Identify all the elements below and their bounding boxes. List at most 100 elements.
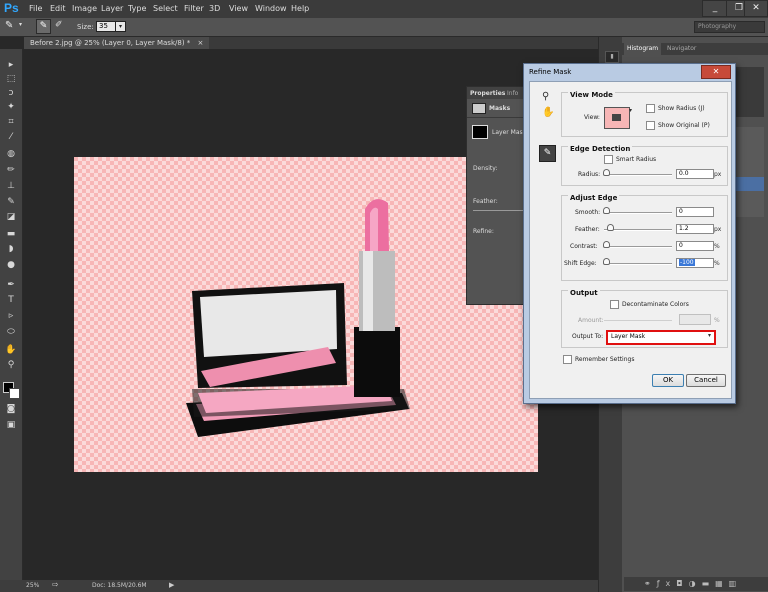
tab-document[interactable]: Before 2.jpg @ 25% (Layer 0, Layer Mask/… <box>24 37 210 49</box>
history-brush-tool-icon[interactable]: ✎ <box>5 196 17 208</box>
menu-file[interactable]: File <box>29 4 42 13</box>
menu-type[interactable]: Type <box>128 4 146 13</box>
show-original-checkbox[interactable] <box>646 121 655 130</box>
remember-settings-checkbox[interactable] <box>563 355 572 364</box>
healing-brush-tool-icon[interactable]: ◍ <box>5 148 17 160</box>
status-menu-arrow-icon[interactable]: ▶ <box>169 581 174 589</box>
dodge-tool-icon[interactable]: ● <box>5 259 17 271</box>
smooth-label: Smooth: <box>575 209 601 216</box>
hand-icon[interactable]: ✋ <box>542 107 554 118</box>
pen-tool-icon[interactable]: ✒ <box>5 279 17 291</box>
clone-stamp-tool-icon[interactable]: ⊥ <box>5 180 17 192</box>
selected-layer-row[interactable] <box>734 177 764 191</box>
gradient-tool-icon[interactable]: ▬ <box>5 228 17 240</box>
zoom-icon[interactable]: ⚲ <box>542 91 549 102</box>
edge-detection-heading: Edge Detection <box>568 145 633 153</box>
background-color-swatch[interactable] <box>9 388 20 399</box>
refine-radius-brush-icon[interactable]: ✎ <box>539 145 556 162</box>
marquee-tool-icon[interactable]: ⬚ <box>5 73 17 85</box>
hand-tool-icon[interactable]: ✋ <box>5 344 17 356</box>
smooth-slider[interactable] <box>604 212 672 214</box>
show-original-label: Show Original (P) <box>658 122 710 129</box>
shift-edge-input[interactable]: -100 <box>676 258 714 268</box>
dialog-close-button[interactable]: ✕ <box>701 65 731 79</box>
show-radius-checkbox[interactable] <box>646 104 655 113</box>
shift-edge-unit: % <box>714 260 720 267</box>
smooth-input[interactable]: 0 <box>676 207 714 217</box>
tab-properties[interactable]: Properties <box>470 90 505 97</box>
decontaminate-checkbox[interactable] <box>610 300 619 309</box>
feather-input[interactable]: 1.2 <box>676 224 714 234</box>
cancel-button[interactable]: Cancel <box>686 374 726 387</box>
chevron-down-icon[interactable]: ▾ <box>19 21 22 28</box>
options-bar: ✎ ▾ ✎ ✐ Size: 35 ▾ Photography <box>0 18 768 37</box>
menu-window[interactable]: Window <box>255 4 287 13</box>
feather-slider[interactable] <box>604 229 672 231</box>
screen-mode-icon[interactable]: ▣ <box>5 419 17 431</box>
contrast-slider-knob[interactable] <box>603 241 610 248</box>
radius-input[interactable]: 0.0 <box>676 169 714 179</box>
brush-preset-icon[interactable]: ✎ <box>5 20 13 31</box>
menu-layer[interactable]: Layer <box>101 4 123 13</box>
document-size: Doc: 18.5M/20.6M <box>92 582 147 589</box>
minimize-button[interactable]: _ <box>702 0 728 17</box>
menu-3d[interactable]: 3D <box>209 4 220 13</box>
menu-help[interactable]: Help <box>291 4 309 13</box>
smart-radius-checkbox[interactable] <box>604 155 613 164</box>
quick-selection-tool-icon[interactable]: ✦ <box>5 101 17 113</box>
view-dropdown-icon[interactable]: ▾ <box>629 107 632 114</box>
menu-select[interactable]: Select <box>153 4 178 13</box>
zoom-tool-icon[interactable]: ⚲ <box>5 359 17 371</box>
lasso-tool-icon[interactable]: ↄ <box>5 87 17 99</box>
ok-button[interactable]: OK <box>652 374 684 387</box>
type-tool-icon[interactable]: T <box>5 294 17 306</box>
amount-label: Amount: <box>578 317 604 324</box>
decontaminate-label: Decontaminate Colors <box>622 301 689 308</box>
menu-edit[interactable]: Edit <box>50 4 66 13</box>
quick-mask-icon[interactable]: ◙ <box>5 403 17 415</box>
contrast-input[interactable]: 0 <box>676 241 714 251</box>
workspace-select[interactable]: Photography <box>694 21 765 33</box>
layers-footer-icons[interactable]: ⚭ƒx◘◑▬▦▥ <box>624 577 768 591</box>
erase-refinements-tool-icon[interactable]: ✐ <box>55 20 63 30</box>
output-to-value: Layer Mask <box>611 333 646 340</box>
refine-radius-tool-icon[interactable]: ✎ <box>36 19 51 34</box>
eraser-tool-icon[interactable]: ◪ <box>5 211 17 223</box>
export-icon[interactable]: ⇨ <box>52 580 59 589</box>
zoom-level[interactable]: 25% <box>26 582 39 589</box>
refine-mask-dialog: Refine Mask ✕ ⚲ ✋ ✎ View Mode View: ▾ Sh… <box>523 63 736 404</box>
feather-slider-knob[interactable] <box>607 224 614 231</box>
eyedropper-tool-icon[interactable]: ⁄ <box>5 131 17 143</box>
shift-edge-slider-knob[interactable] <box>603 258 610 265</box>
layer-mask-thumbnail[interactable] <box>472 125 488 139</box>
tab-navigator[interactable]: Navigator <box>664 43 699 55</box>
smooth-slider-knob[interactable] <box>603 207 610 214</box>
size-label: Size: <box>77 23 94 31</box>
size-input[interactable]: 35 <box>96 21 116 32</box>
menu-filter[interactable]: Filter <box>184 4 204 13</box>
path-selection-tool-icon[interactable]: ▹ <box>5 310 17 322</box>
radius-slider-knob[interactable] <box>603 169 610 176</box>
radius-slider[interactable] <box>604 174 672 176</box>
tab-histogram[interactable]: Histogram <box>624 43 662 55</box>
close-tab-icon[interactable]: × <box>198 39 204 47</box>
crop-tool-icon[interactable]: ⌗ <box>5 116 17 128</box>
shape-tool-icon[interactable]: ⬭ <box>5 326 17 338</box>
blur-tool-icon[interactable]: ◗ <box>5 243 17 255</box>
dialog-body: ⚲ ✋ ✎ View Mode View: ▾ Show Radius (J) … <box>529 81 732 399</box>
brush-tool-icon[interactable]: ✏ <box>5 164 17 176</box>
feather-slider[interactable] <box>473 210 523 211</box>
contrast-slider[interactable] <box>604 246 672 248</box>
feather-unit: px <box>714 226 722 233</box>
menu-image[interactable]: Image <box>72 4 97 13</box>
shift-edge-slider[interactable] <box>604 263 672 265</box>
move-tool-icon[interactable]: ▸ <box>5 59 17 71</box>
close-window-button[interactable]: ✕ <box>744 0 768 17</box>
dialog-title-bar[interactable]: Refine Mask ✕ <box>524 64 735 80</box>
size-dropdown-icon[interactable]: ▾ <box>115 21 126 32</box>
output-to-select[interactable]: Layer Mask ▾ <box>606 330 716 345</box>
view-mode-selector[interactable] <box>604 107 630 129</box>
histogram-panel-icon[interactable]: ▮ <box>605 51 619 63</box>
tab-info[interactable]: Info <box>507 90 518 97</box>
menu-view[interactable]: View <box>229 4 248 13</box>
